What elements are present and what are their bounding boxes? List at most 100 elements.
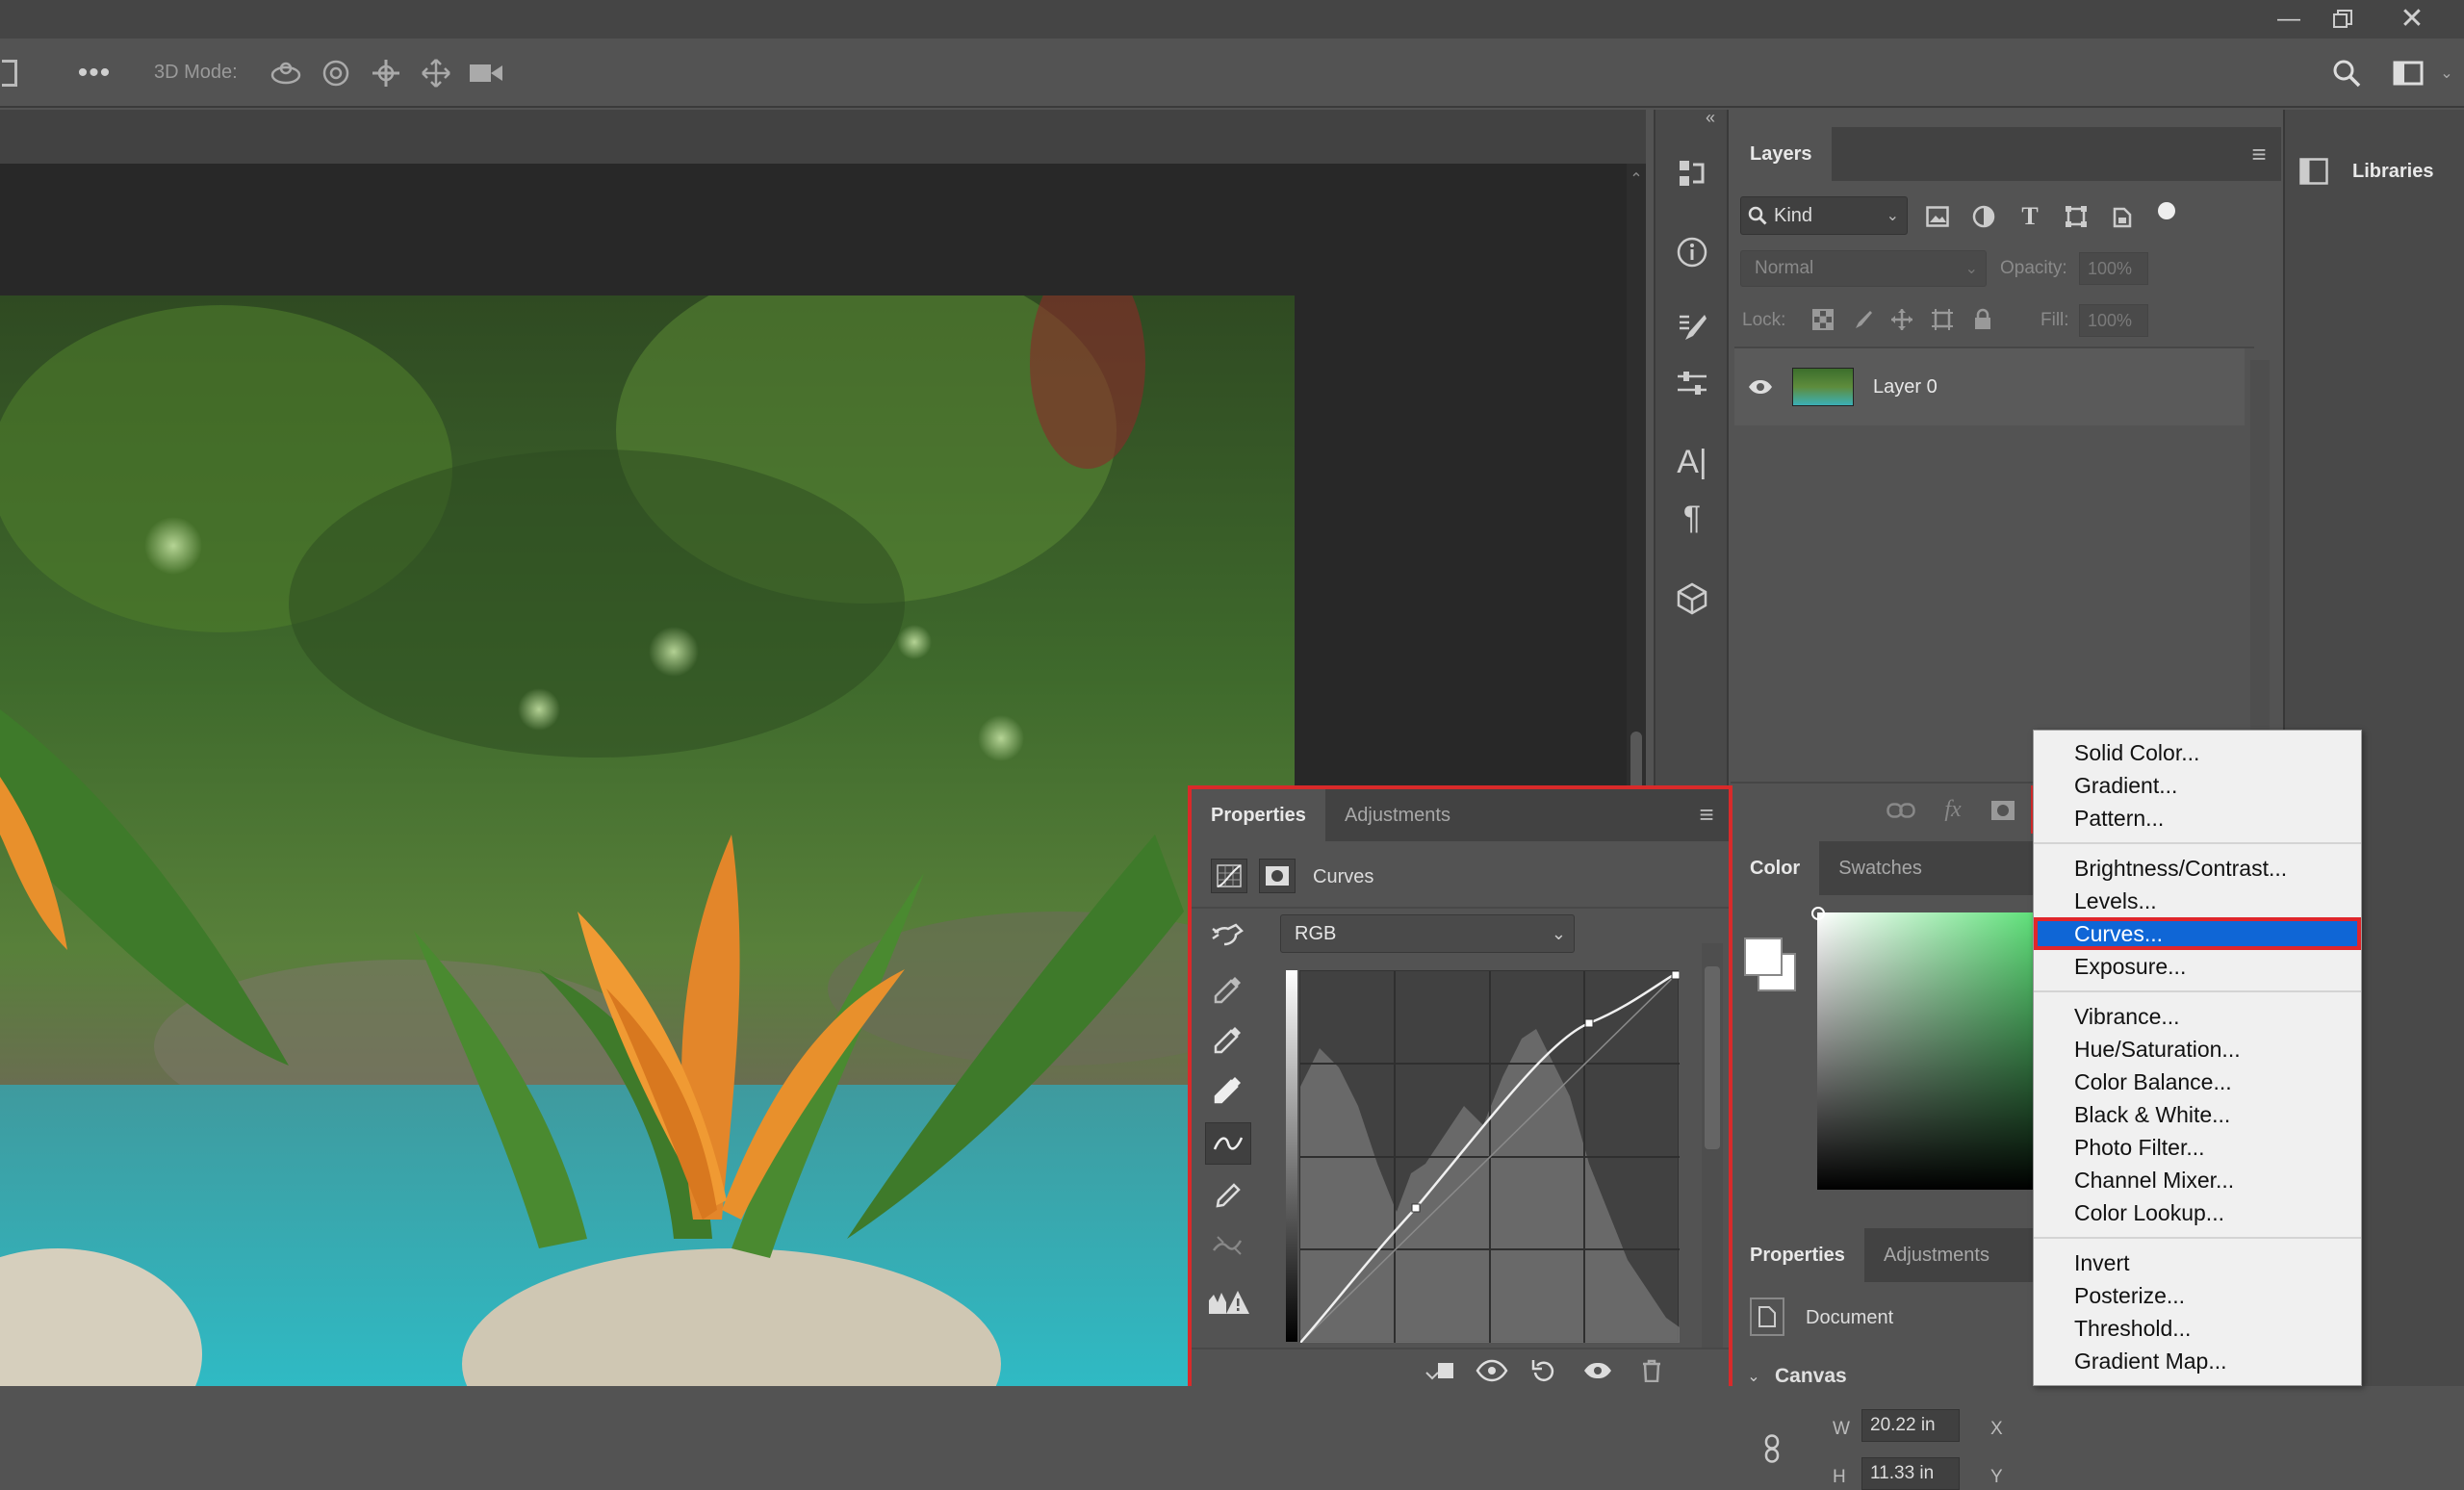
menu-item-hue-saturation[interactable]: Hue/Saturation... xyxy=(2034,1033,2361,1066)
blend-mode-select[interactable]: Normal ⌄ xyxy=(1740,250,1987,287)
info-panel-icon[interactable] xyxy=(1673,233,1711,271)
menu-item-invert[interactable]: Invert xyxy=(2034,1246,2361,1279)
filter-shape-layers-icon[interactable] xyxy=(2062,202,2091,231)
curves-panel-scrollbar[interactable] xyxy=(1702,943,1723,1348)
toggle-layer-visibility-eye-icon[interactable] xyxy=(1580,1355,1615,1386)
clip-to-layer-icon[interactable] xyxy=(1423,1355,1457,1386)
3d-pan-icon[interactable] xyxy=(368,56,404,90)
sample-shadows-eyedropper-icon[interactable] xyxy=(1207,970,1249,1009)
3d-roll-icon[interactable] xyxy=(318,56,354,90)
layer-filter-kind-select[interactable]: Kind ⌄ xyxy=(1740,196,1908,235)
search-icon[interactable] xyxy=(2327,54,2366,92)
scrollbar-thumb[interactable] xyxy=(1705,966,1720,1149)
layer-row[interactable]: Layer 0 xyxy=(1734,348,2245,425)
tab-properties-bottom[interactable]: Properties xyxy=(1731,1228,1864,1282)
eye-visibility-icon[interactable] xyxy=(1734,379,1786,395)
lock-transparent-pixels-icon[interactable] xyxy=(1810,306,1836,333)
3d-orbit-icon[interactable] xyxy=(268,56,304,90)
filter-toggle-icon[interactable] xyxy=(2158,202,2175,219)
3d-panel-icon[interactable] xyxy=(1673,579,1711,618)
history-panel-icon[interactable] xyxy=(1673,154,1711,193)
tab-adjustments-bottom[interactable]: Adjustments xyxy=(1864,1228,2009,1282)
menu-item-posterize[interactable]: Posterize... xyxy=(2034,1279,2361,1312)
menu-item-gradient-map[interactable]: Gradient Map... xyxy=(2034,1345,2361,1377)
brush-settings-icon[interactable] xyxy=(1673,308,1711,347)
lock-position-icon[interactable] xyxy=(1888,306,1915,333)
tab-layers[interactable]: Layers xyxy=(1731,127,1832,181)
curves-graph[interactable] xyxy=(1299,969,1681,1344)
chevron-down-icon: ⌄ xyxy=(1964,261,1978,277)
link-dimensions-icon[interactable] xyxy=(1758,1432,1786,1465)
sample-highlights-eyedropper-icon[interactable] xyxy=(1207,1070,1249,1109)
canvas-collapse-chevron-icon[interactable]: ⌄ xyxy=(1744,1367,1763,1386)
3d-slide-icon[interactable] xyxy=(418,56,454,90)
link-layers-icon[interactable] xyxy=(1885,797,1917,824)
color-picker-field[interactable] xyxy=(1811,907,2033,1190)
filter-adjustment-layers-icon[interactable] xyxy=(1969,202,1998,231)
3d-camera-icon[interactable] xyxy=(466,56,506,90)
workspace-chevron-down-icon[interactable]: ⌄ xyxy=(2435,62,2458,85)
paragraph-panel-icon[interactable]: ¶ xyxy=(1673,499,1711,537)
channel-select[interactable]: RGB ⌄ xyxy=(1280,914,1575,953)
on-image-adjustment-hand-icon[interactable] xyxy=(1207,914,1249,953)
lock-image-pixels-icon[interactable] xyxy=(1848,306,1875,333)
character-panel-icon[interactable]: A| xyxy=(1673,443,1711,481)
edit-points-curve-icon[interactable] xyxy=(1205,1122,1251,1165)
menu-item-vibrance[interactable]: Vibrance... xyxy=(2034,1000,2361,1033)
restore-icon[interactable] xyxy=(2325,4,2360,35)
menu-item-gradient[interactable]: Gradient... xyxy=(2034,769,2361,802)
width-field[interactable] xyxy=(1861,1409,1960,1442)
workspace-icon[interactable] xyxy=(2389,56,2427,90)
delete-adjustment-trash-icon[interactable] xyxy=(1634,1355,1669,1386)
libraries-panel-button[interactable]: Libraries xyxy=(2285,148,2464,194)
histogram-warning-icon[interactable] xyxy=(1205,1282,1251,1321)
tab-swatches[interactable]: Swatches xyxy=(1819,841,1941,895)
menu-item-curves[interactable]: Curves... xyxy=(2034,917,2361,950)
foreground-color-swatch[interactable] xyxy=(1744,938,1783,976)
layer-effects-fx-icon[interactable]: fx xyxy=(1937,795,1969,824)
scroll-up-icon[interactable]: ⌃ xyxy=(1625,169,1648,189)
opacity-field[interactable]: 100% xyxy=(2079,252,2148,285)
menu-item-black-white[interactable]: Black & White... xyxy=(2034,1098,2361,1131)
draw-pencil-icon[interactable] xyxy=(1207,1176,1249,1215)
menu-item-threshold[interactable]: Threshold... xyxy=(2034,1312,2361,1345)
menu-item-levels[interactable]: Levels... xyxy=(2034,885,2361,917)
layers-scrollbar[interactable] xyxy=(2250,360,2270,774)
layers-panel-menu-icon[interactable]: ≡ xyxy=(2245,140,2273,168)
menu-item-color-balance[interactable]: Color Balance... xyxy=(2034,1066,2361,1098)
collapse-left-icon[interactable]: « xyxy=(1696,108,1725,127)
filter-type-layers-icon[interactable]: T xyxy=(2015,202,2044,231)
document-icon xyxy=(1750,1297,1784,1336)
menu-item-channel-mixer[interactable]: Channel Mixer... xyxy=(2034,1164,2361,1196)
color-picker-cursor[interactable] xyxy=(1811,907,1825,920)
more-options-icon[interactable]: ••• xyxy=(75,56,114,90)
menu-item-pattern[interactable]: Pattern... xyxy=(2034,802,2361,835)
view-previous-state-icon[interactable] xyxy=(1475,1355,1509,1386)
menu-item-solid-color[interactable]: Solid Color... xyxy=(2034,736,2361,769)
lock-all-icon[interactable] xyxy=(1969,306,1996,333)
canvas-photo[interactable] xyxy=(0,295,1295,1386)
panel-toggle-icon[interactable] xyxy=(2,60,17,87)
tab-properties[interactable]: Properties xyxy=(1192,789,1325,841)
height-field[interactable] xyxy=(1861,1457,1960,1490)
menu-item-brightness-contrast[interactable]: Brightness/Contrast... xyxy=(2034,852,2361,885)
close-icon[interactable]: ✕ xyxy=(2395,2,2429,35)
curves-panel-menu-icon[interactable]: ≡ xyxy=(1692,800,1721,829)
menu-item-color-lookup[interactable]: Color Lookup... xyxy=(2034,1196,2361,1229)
adjustments-sliders-icon[interactable] xyxy=(1673,364,1711,402)
menu-item-photo-filter[interactable]: Photo Filter... xyxy=(2034,1131,2361,1164)
sample-midtones-eyedropper-icon[interactable] xyxy=(1207,1020,1249,1059)
tab-color[interactable]: Color xyxy=(1731,841,1820,895)
lock-artboard-icon[interactable] xyxy=(1929,306,1956,333)
filter-pixel-layers-icon[interactable] xyxy=(1923,202,1952,231)
3d-mode-label: 3D Mode: xyxy=(154,62,238,83)
tab-adjustments[interactable]: Adjustments xyxy=(1325,789,1470,841)
add-layer-mask-icon[interactable] xyxy=(1987,797,2019,824)
menu-item-exposure[interactable]: Exposure... xyxy=(2034,950,2361,983)
fill-field[interactable]: 100% xyxy=(2079,304,2148,337)
reset-adjustment-icon[interactable] xyxy=(1527,1355,1561,1386)
smooth-curve-icon[interactable] xyxy=(1207,1226,1249,1265)
minimize-icon[interactable]: — xyxy=(2272,4,2306,35)
filter-smart-objects-icon[interactable] xyxy=(2108,202,2137,231)
layer-mask-icon[interactable] xyxy=(1259,859,1296,893)
